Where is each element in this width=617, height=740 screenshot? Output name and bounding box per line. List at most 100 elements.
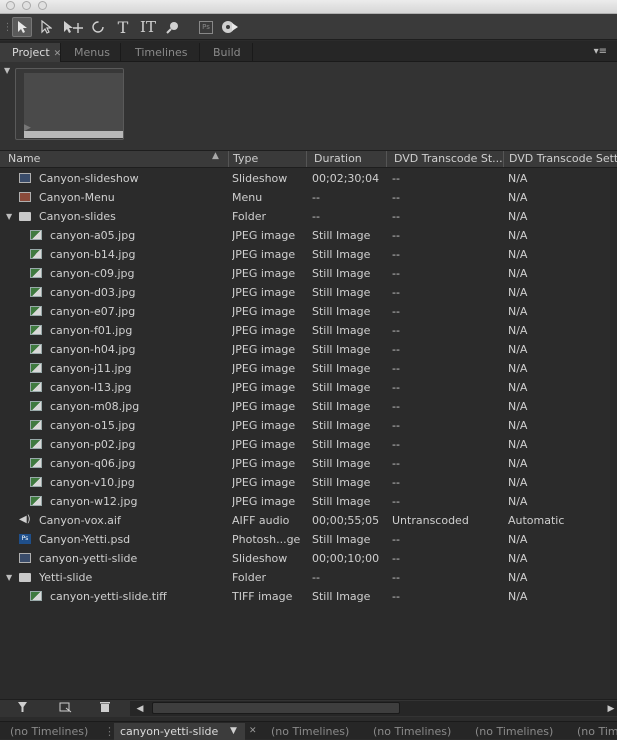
vertical-text-icon[interactable]: IT	[136, 17, 160, 37]
item-name: canyon-yetti-slide.tiff	[50, 590, 167, 603]
scroll-left-icon[interactable]: ◀	[132, 701, 148, 717]
project-item-row[interactable]: canyon-j11.jpg JPEG image Still Image -- N/A	[0, 359, 617, 378]
item-transcode-status: --	[392, 381, 400, 394]
project-item-row[interactable]: ◀) Canyon-vox.aif AIFF audio 00;00;55;05 Unt…	[0, 511, 617, 530]
close-icon[interactable]: ✕	[245, 723, 259, 740]
item-type: JPEG image	[232, 381, 296, 394]
project-item-row[interactable]: canyon-q06.jpg JPEG image Still Image -- N/A	[0, 454, 617, 473]
item-duration: Still Image	[312, 305, 371, 318]
thumbnail-image	[24, 73, 123, 133]
panel-menu-icon[interactable]: ▾≡	[594, 46, 607, 57]
column-duration[interactable]: Duration	[306, 151, 386, 167]
item-duration: --	[312, 210, 320, 223]
sort-ascending-icon[interactable]: ▲	[212, 151, 219, 161]
timeline-tab-empty[interactable]: (no Timelines)	[465, 723, 565, 740]
item-duration: Still Image	[312, 590, 371, 603]
project-item-row[interactable]: ▼ Yetti-slide Folder -- -- N/A	[0, 568, 617, 587]
project-item-row[interactable]: canyon-v10.jpg JPEG image Still Image -- N/A	[0, 473, 617, 492]
photoshop-icon[interactable]: Ps	[196, 17, 216, 37]
item-duration: Still Image	[312, 419, 371, 432]
project-item-row[interactable]: ▼ Canyon-slides Folder -- -- N/A	[0, 207, 617, 226]
tab-timelines[interactable]: Timelines	[121, 43, 200, 62]
move-icon[interactable]	[60, 17, 86, 37]
column-type[interactable]: Type	[228, 151, 306, 167]
folder-icon	[19, 573, 31, 582]
dropdown-icon[interactable]: ▼	[230, 723, 237, 740]
preview-icon[interactable]	[220, 17, 240, 37]
tab-grip[interactable]: ⋮	[102, 723, 115, 740]
zoom-icon[interactable]	[163, 17, 183, 37]
item-transcode-status: --	[392, 343, 400, 356]
item-type: JPEG image	[232, 286, 296, 299]
project-item-row[interactable]: canyon-h04.jpg JPEG image Still Image -- N/A	[0, 340, 617, 359]
item-duration: Still Image	[312, 324, 371, 337]
project-item-row[interactable]: canyon-l13.jpg JPEG image Still Image -- N/A	[0, 378, 617, 397]
item-duration: Still Image	[312, 286, 371, 299]
horizontal-scrollbar[interactable]: ◀ ▶	[130, 701, 617, 716]
timeline-tab-canyon-yetti-slide[interactable]: canyon-yetti-slide ▼	[114, 723, 245, 740]
item-duration: Still Image	[312, 438, 371, 451]
column-dvd-transcode-settings[interactable]: DVD Transcode Setti	[503, 151, 617, 167]
timeline-tab-empty[interactable]: (no Tim	[567, 723, 617, 740]
project-item-row[interactable]: Canyon-slideshow Slideshow 00;02;30;04 -- N/…	[0, 169, 617, 188]
column-name[interactable]: Name	[0, 151, 228, 167]
project-item-row[interactable]: canyon-a05.jpg JPEG image Still Image -- N/A	[0, 226, 617, 245]
preview-thumbnail[interactable]: ▶	[15, 68, 124, 140]
item-duration: 00;02;30;04	[312, 172, 380, 185]
text-icon[interactable]: T	[113, 17, 133, 37]
thumbnail-scrubber[interactable]	[24, 131, 123, 138]
item-type: Menu	[232, 191, 263, 204]
close-window-button[interactable]	[6, 1, 15, 10]
disclosure-triangle-icon[interactable]: ▼	[6, 207, 12, 226]
project-item-row[interactable]: Canyon-Menu Menu -- -- N/A	[0, 188, 617, 207]
item-transcode-status: --	[392, 571, 400, 584]
project-item-row[interactable]: canyon-c09.jpg JPEG image Still Image -- N/A	[0, 264, 617, 283]
item-duration: Still Image	[312, 362, 371, 375]
item-name: Canyon-slides	[39, 210, 116, 223]
selection-arrow-icon[interactable]	[12, 17, 32, 37]
image-file-icon	[30, 591, 42, 601]
item-duration: Still Image	[312, 229, 371, 242]
column-dvd-transcode-status[interactable]: DVD Transcode St...	[386, 151, 503, 167]
timeline-tab-empty[interactable]: (no Timelines)	[261, 723, 361, 740]
timeline-tab-empty[interactable]: (no Timelines)	[0, 723, 100, 740]
item-transcode-setting: N/A	[508, 552, 528, 565]
scroll-thumb[interactable]	[152, 702, 400, 714]
direct-select-icon[interactable]	[36, 17, 56, 37]
new-item-icon[interactable]	[58, 701, 74, 717]
timeline-tab-bar: (no Timelines) ⋮ canyon-yetti-slide ▼ ✕ …	[0, 721, 617, 740]
project-item-row[interactable]: canyon-d03.jpg JPEG image Still Image -- N/A	[0, 283, 617, 302]
tab-build[interactable]: Build	[200, 43, 253, 62]
rotate-icon[interactable]	[88, 17, 108, 37]
image-file-icon	[30, 363, 42, 373]
tab-menus[interactable]: Menus	[61, 43, 121, 62]
scroll-right-icon[interactable]: ▶	[603, 701, 617, 717]
project-item-row[interactable]: canyon-m08.jpg JPEG image Still Image -- N/A	[0, 397, 617, 416]
project-item-row[interactable]: canyon-o15.jpg JPEG image Still Image -- N/A	[0, 416, 617, 435]
project-item-row[interactable]: canyon-w12.jpg JPEG image Still Image -- N/A	[0, 492, 617, 511]
image-file-icon	[30, 382, 42, 392]
toolbar-grip[interactable]: ⋮	[3, 17, 13, 37]
tab-project[interactable]: Project ✕	[0, 43, 61, 62]
filter-icon[interactable]	[16, 701, 32, 717]
item-name: Canyon-slideshow	[39, 172, 139, 185]
item-transcode-status: --	[392, 305, 400, 318]
project-item-row[interactable]: canyon-b14.jpg JPEG image Still Image -- N/A	[0, 245, 617, 264]
disclosure-triangle-icon[interactable]: ▼	[6, 568, 12, 587]
project-item-row[interactable]: canyon-yetti-slide Slideshow 00;00;10;00 --…	[0, 549, 617, 568]
item-duration: Still Image	[312, 457, 371, 470]
item-transcode-status: --	[392, 400, 400, 413]
project-item-row[interactable]: canyon-e07.jpg JPEG image Still Image -- N/A	[0, 302, 617, 321]
zoom-window-button[interactable]	[38, 1, 47, 10]
menu-icon	[19, 192, 31, 202]
minimize-window-button[interactable]	[22, 1, 31, 10]
project-item-row[interactable]: canyon-yetti-slide.tiff TIFF image Still I…	[0, 587, 617, 606]
item-transcode-setting: N/A	[508, 476, 528, 489]
item-transcode-status: --	[392, 552, 400, 565]
project-item-row[interactable]: canyon-p02.jpg JPEG image Still Image -- N/A	[0, 435, 617, 454]
trash-icon[interactable]	[97, 701, 113, 717]
project-item-row[interactable]: canyon-f01.jpg JPEG image Still Image -- N/A	[0, 321, 617, 340]
preview-collapse-icon[interactable]: ▼	[4, 66, 10, 75]
project-item-row[interactable]: Ps Canyon-Yetti.psd Photosh...ge Still Imag…	[0, 530, 617, 549]
timeline-tab-empty[interactable]: (no Timelines)	[363, 723, 463, 740]
